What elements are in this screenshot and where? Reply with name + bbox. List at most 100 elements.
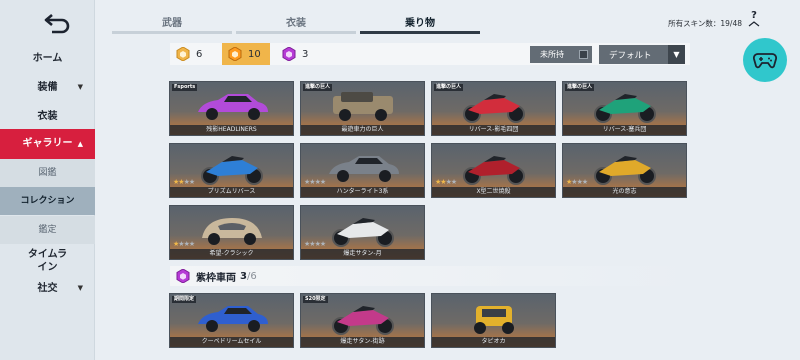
checkbox-icon: [579, 50, 588, 59]
tab-label: 衣装: [286, 18, 306, 29]
vehicle-card[interactable]: ★★★★ プリズムリバース: [169, 143, 294, 198]
filter-purple[interactable]: 3: [276, 43, 322, 65]
sidebar-sub-item-encyclopedia[interactable]: 図鑑: [0, 159, 95, 187]
sidebar-item-label: 鑑定: [38, 225, 57, 235]
chevron-down-icon: ▼: [77, 284, 83, 292]
limited-section-header: 紫枠車両 3/6: [170, 266, 690, 286]
vehicle-image: [454, 300, 534, 336]
back-button[interactable]: [42, 9, 74, 35]
vehicle-image: [323, 300, 403, 336]
sidebar: ホーム 装備 ▼ 衣装 ギャラリー ▲ 図鑑 コレクション 鑑定 タイムライン …: [0, 0, 95, 360]
vehicle-name: 爆走サタン-街跡: [301, 337, 424, 347]
owned-skin-count: 所有スキン数：19/48: [668, 19, 742, 28]
chevron-down-icon: ▼: [77, 83, 83, 91]
vehicle-name: 最遊車力の巨人: [301, 125, 424, 135]
star-rating: ★★★★: [304, 240, 326, 248]
star-rating: ★★★★: [566, 178, 588, 186]
vehicle-image: [192, 150, 272, 186]
vehicle-image: [454, 88, 534, 124]
section-title: 紫枠車両: [196, 272, 236, 284]
vehicle-name: 希望-クラシック: [170, 249, 293, 259]
sidebar-item-label: 装備: [37, 82, 58, 93]
vehicle-name: クーペドリームセイル: [170, 337, 293, 347]
vehicle-name: X型二世焼殺: [432, 187, 555, 197]
gold-rarity-icon: [176, 47, 190, 61]
sort-value: デフォルト: [609, 50, 652, 61]
question-icon: ?: [751, 10, 757, 21]
vehicle-card[interactable]: タピオカ: [431, 293, 556, 348]
sidebar-item-label: タイムライン: [27, 249, 68, 273]
tab-vehicles[interactable]: 乗り物: [360, 14, 480, 34]
collab-tag: Fsports: [172, 84, 198, 91]
star-rating: ★★★★: [304, 178, 326, 186]
filter-orange[interactable]: 10: [222, 43, 270, 65]
vehicle-name: リバース-塞兵団: [563, 125, 686, 135]
sidebar-sub-item-appraisal[interactable]: 鑑定: [0, 216, 95, 244]
vehicle-card[interactable]: 進撃の巨人 リバース-影毛四団: [431, 81, 556, 136]
vehicle-image: [585, 88, 665, 124]
sidebar-item-gallery[interactable]: ギャラリー ▲: [0, 129, 95, 159]
owned-count: 3: [240, 270, 247, 282]
vehicle-name: 爆走サタン-月: [301, 249, 424, 259]
not-owned-label: 未所持: [540, 50, 564, 59]
sidebar-item-label: 社交: [37, 283, 58, 294]
vehicle-image: [192, 212, 272, 248]
vehicle-name: 光の意志: [563, 187, 686, 197]
vehicle-image: [585, 150, 665, 186]
gamepad-icon: [753, 53, 777, 69]
section-count: 3/6: [240, 271, 257, 282]
gamepad-button[interactable]: [743, 38, 787, 82]
vehicle-name: ハンターライト3系: [301, 187, 424, 197]
sidebar-sub-item-collection[interactable]: コレクション: [0, 187, 95, 215]
star-icon: ★: [188, 240, 195, 248]
sort-dropdown[interactable]: デフォルト ▼: [599, 45, 685, 64]
sidebar-item-label: 衣装: [37, 111, 58, 122]
vehicle-image: [192, 88, 272, 124]
sidebar-item-label: ホーム: [32, 53, 63, 64]
vehicle-card[interactable]: ★★★★ X型二世焼殺: [431, 143, 556, 198]
vehicle-image: [454, 150, 534, 186]
tab-label: 乗り物: [405, 18, 435, 29]
sidebar-item-home[interactable]: ホーム: [0, 52, 95, 65]
sidebar-item-costume[interactable]: 衣装: [0, 110, 95, 123]
purple-rarity-icon: [176, 269, 190, 283]
sidebar-item-label: コレクション: [20, 196, 75, 206]
vehicle-card[interactable]: Fsports 残影HEADLINERS: [169, 81, 294, 136]
sidebar-item-timeline[interactable]: タイムライン: [0, 248, 95, 274]
vehicle-card[interactable]: ★★★★ 希望-クラシック: [169, 205, 294, 260]
filter-gold[interactable]: 6: [170, 43, 216, 65]
star-icon: ★: [319, 178, 326, 186]
not-owned-toggle[interactable]: 未所持: [530, 46, 592, 63]
vehicle-card[interactable]: 進撃の巨人 リバース-塞兵団: [562, 81, 687, 136]
filter-count: 6: [196, 48, 203, 60]
collab-tag: 進撃の巨人: [303, 84, 333, 91]
vehicle-card[interactable]: S20限定 爆走サタン-街跡: [300, 293, 425, 348]
vehicle-card[interactable]: 進撃の巨人最遊車力の巨人: [300, 81, 425, 136]
orange-rarity-icon: [228, 47, 242, 61]
filter-count: 3: [302, 48, 309, 60]
vehicle-image: [323, 150, 403, 186]
sidebar-item-label: 図鑑: [38, 168, 57, 178]
star-icon: ★: [581, 178, 588, 186]
sidebar-item-label: ギャラリー: [22, 138, 73, 149]
vehicle-name: 残影HEADLINERS: [170, 125, 293, 135]
vehicle-card[interactable]: ★★★★ 光の意志: [562, 143, 687, 198]
tab-weapons[interactable]: 武器: [112, 14, 232, 34]
chevron-up-icon: ▲: [77, 140, 83, 148]
vehicle-card[interactable]: ★★★★ 爆走サタン-月: [300, 205, 425, 260]
dropdown-arrow-icon: ▼: [668, 45, 685, 64]
vehicle-card[interactable]: ★★★★ ハンターライト3系: [300, 143, 425, 198]
vehicle-card[interactable]: 期間限定クーペドリームセイル: [169, 293, 294, 348]
help-button[interactable]: ?: [746, 10, 762, 32]
vehicle-image: [323, 88, 403, 124]
star-icon: ★: [450, 178, 457, 186]
star-rating: ★★★★: [173, 178, 195, 186]
collab-tag: 期間限定: [172, 296, 197, 303]
tab-costumes[interactable]: 衣装: [236, 14, 356, 34]
sidebar-item-social[interactable]: 社交 ▼: [0, 282, 95, 295]
chevron-down-icon: [748, 21, 760, 27]
vehicle-name: タピオカ: [432, 337, 555, 347]
total-count: /6: [246, 270, 257, 282]
sidebar-item-equipment[interactable]: 装備 ▼: [0, 81, 95, 94]
vehicle-image: [192, 300, 272, 336]
